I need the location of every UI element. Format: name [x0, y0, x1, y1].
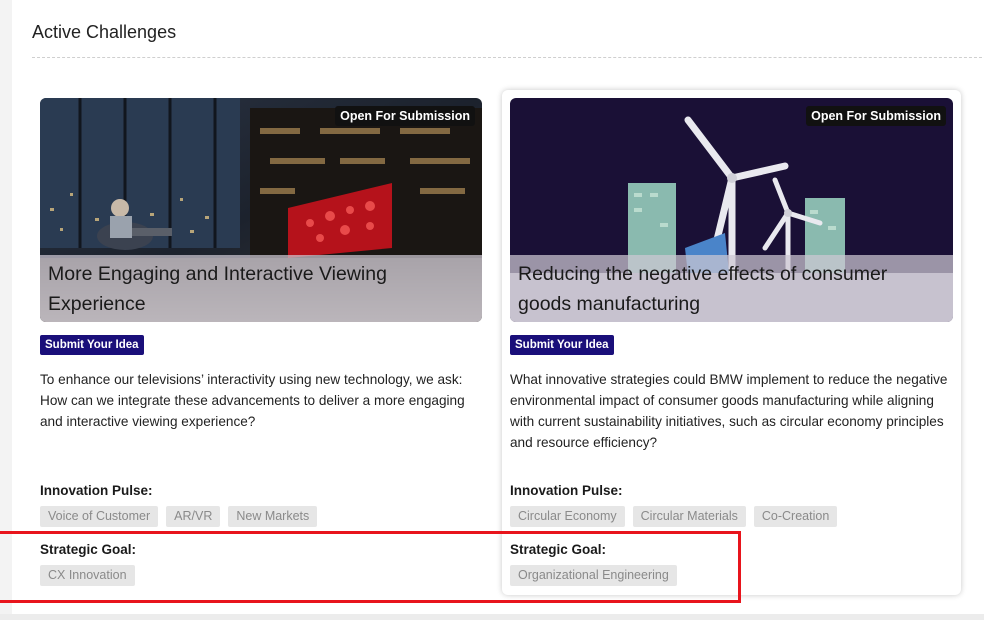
strategic-goal-tags: CX Innovation — [40, 565, 135, 586]
tag-co-creation[interactable]: Co-Creation — [753, 506, 838, 527]
strategic-goal-label: Strategic Goal: — [40, 542, 137, 557]
submit-idea-button[interactable]: Submit Your Idea — [40, 335, 144, 355]
challenge-description: What innovative strategies could BMW imp… — [510, 372, 948, 450]
tag-organizational-engineering[interactable]: Organizational Engineering — [510, 565, 677, 586]
section-title: Active Challenges — [32, 22, 177, 42]
tag-voice-of-customer[interactable]: Voice of Customer — [40, 506, 159, 527]
tag-circular-economy[interactable]: Circular Economy — [510, 506, 625, 527]
challenge-image-wind-turbines[interactable]: Open For Submission Reducing the negativ… — [510, 98, 953, 322]
strategic-goal-tags: Organizational Engineering — [510, 565, 677, 586]
title-overlay: Reducing the negative effects of consume… — [510, 255, 953, 322]
bottom-shade — [0, 614, 984, 620]
submit-idea-button[interactable]: Submit Your Idea — [510, 335, 614, 355]
status-badge: Open For Submission — [335, 106, 475, 126]
challenge-card-manufacturing[interactable]: Open For Submission Reducing the negativ… — [502, 90, 961, 595]
title-overlay: More Engaging and Interactive Viewing Ex… — [40, 255, 482, 322]
challenge-card-tv[interactable]: Open For Submission More Engaging and In… — [28, 90, 487, 595]
title-divider — [32, 57, 984, 58]
challenge-title[interactable]: More Engaging and Interactive Viewing Ex… — [48, 259, 474, 319]
innovation-pulse-tags: Circular Economy Circular Materials Co-C… — [510, 506, 838, 527]
innovation-pulse-tags: Voice of Customer AR/VR New Markets — [40, 506, 318, 527]
challenge-image-living-room[interactable]: Open For Submission More Engaging and In… — [40, 98, 482, 322]
tag-cx-innovation[interactable]: CX Innovation — [40, 565, 135, 586]
strategic-goal-label: Strategic Goal: — [510, 542, 607, 557]
innovation-pulse-label: Innovation Pulse: — [510, 483, 623, 498]
active-challenges-panel: Active Challenges Open For Submission Mo… — [12, 0, 984, 614]
challenge-description: To enhance our televisions’ interactivit… — [40, 372, 465, 429]
tag-circular-materials[interactable]: Circular Materials — [632, 506, 746, 527]
tag-ar-vr[interactable]: AR/VR — [166, 506, 221, 527]
innovation-pulse-label: Innovation Pulse: — [40, 483, 153, 498]
challenge-title[interactable]: Reducing the negative effects of consume… — [518, 259, 945, 319]
tag-new-markets[interactable]: New Markets — [228, 506, 318, 527]
status-badge: Open For Submission — [806, 106, 946, 126]
